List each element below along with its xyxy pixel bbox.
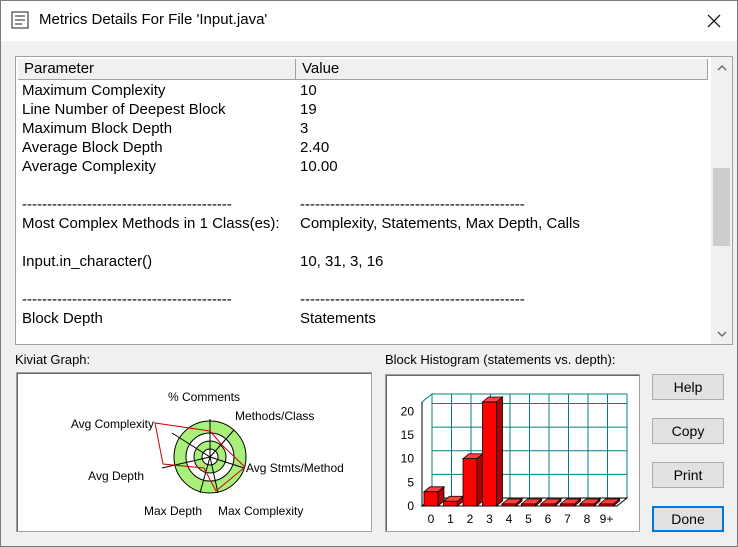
chevron-down-icon: [717, 331, 726, 337]
row-value: 10: [300, 82, 317, 99]
row-value: Complexity, Statements, Max Depth, Calls: [300, 215, 580, 232]
histogram-x-tick: 3: [486, 512, 493, 526]
histogram-y-tick: 20: [401, 404, 415, 418]
column-header-value[interactable]: Value: [296, 59, 708, 79]
row-value: 10, 31, 3, 16: [300, 253, 384, 270]
done-button[interactable]: Done: [652, 506, 724, 532]
row-parameter: Maximum Block Depth: [22, 120, 173, 137]
kiviat-axis-label: Methods/Class: [235, 409, 314, 423]
table-row[interactable]: ----------------------------------------…: [22, 195, 708, 214]
row-parameter: ----------------------------------------…: [22, 196, 232, 213]
kiviat-axis-label: % Comments: [168, 390, 240, 404]
kiviat-axis-label: Avg Complexity: [71, 417, 154, 431]
close-button[interactable]: [691, 1, 737, 41]
row-value: 2.40: [300, 139, 330, 156]
histogram-x-tick: 9+: [600, 512, 614, 526]
row-parameter: Average Block Depth: [22, 139, 163, 156]
histogram-x-tick: 1: [447, 512, 454, 526]
table-row[interactable]: Maximum Block Depth 3: [22, 119, 708, 138]
kiviat-label: Kiviat Graph:: [15, 352, 91, 367]
histogram-bar: [461, 452, 485, 507]
scroll-up-button[interactable]: [711, 57, 732, 78]
histogram-y-tick: 0: [407, 499, 414, 513]
title-bar: Metrics Details For File 'Input.java': [1, 1, 737, 41]
print-button[interactable]: Print: [652, 462, 724, 488]
row-value: Statements: [300, 310, 376, 327]
chevron-up-icon: [717, 64, 726, 70]
row-parameter: ----------------------------------------…: [22, 291, 232, 308]
histogram-x-tick: 5: [525, 512, 532, 526]
list-header: Parameter Value: [18, 59, 708, 80]
copy-button[interactable]: Copy: [652, 418, 724, 444]
metrics-dialog: Metrics Details For File 'Input.java' Pa…: [0, 0, 738, 547]
row-value: ----------------------------------------…: [300, 291, 525, 308]
row-value: 10.00: [300, 158, 338, 175]
histogram-y-tick: 5: [407, 475, 414, 489]
table-row[interactable]: Line Number of Deepest Block 19: [22, 100, 708, 119]
table-row[interactable]: Average Block Depth 2.40: [22, 138, 708, 157]
kiviat-axis-label: Max Depth: [144, 504, 202, 518]
row-value: ----------------------------------------…: [300, 196, 525, 213]
histogram-bar: [481, 396, 504, 507]
row-parameter: Most Complex Methods in 1 Class(es):: [22, 215, 280, 232]
histogram-x-tick: 8: [584, 512, 591, 526]
kiviat-axis-label: Avg Depth: [88, 469, 144, 483]
histogram-x-tick: 6: [545, 512, 552, 526]
kiviat-axis-label: Max Complexity: [218, 504, 303, 518]
table-row[interactable]: [22, 176, 708, 195]
table-row[interactable]: ----------------------------------------…: [22, 290, 708, 309]
table-row[interactable]: Maximum Complexity 10: [22, 81, 708, 100]
table-row[interactable]: Most Complex Methods in 1 Class(es): Comp…: [22, 214, 708, 233]
histogram-x-tick: 4: [506, 512, 513, 526]
scroll-thumb[interactable]: [713, 168, 730, 246]
close-icon: [707, 14, 721, 28]
histogram-label: Block Histogram (statements vs. depth):: [385, 352, 616, 367]
list-rows: Maximum Complexity 10 Line Number of Deepe…: [22, 81, 708, 328]
row-value: 3: [300, 120, 309, 137]
row-value: 19: [300, 101, 317, 118]
table-row[interactable]: [22, 233, 708, 252]
histogram-bar: [422, 485, 446, 507]
histogram-chart: 051015200 1 2 3 4 5 6 7 8 9+: [401, 392, 629, 526]
row-parameter: Input.in_character(): [22, 253, 153, 270]
block-histogram: 0 5 10 15 20 0 1 2 3 4 5 6 7 8 9+: [385, 374, 640, 532]
kiviat-graph: % Comments Methods/Class Avg Stmts/Method M…: [16, 372, 372, 532]
histogram-y-tick: 15: [401, 428, 415, 442]
vertical-scrollbar[interactable]: [711, 57, 732, 344]
table-row[interactable]: Input.in_character() 10, 31, 3, 16: [22, 252, 708, 271]
row-parameter: Maximum Complexity: [22, 82, 166, 99]
column-header-parameter[interactable]: Parameter: [18, 59, 296, 79]
app-icon: [11, 11, 29, 29]
histogram-x-tick: 0: [428, 512, 435, 526]
kiviat-chart: % Comments Methods/Class Avg Stmts/Method M…: [71, 390, 344, 518]
row-parameter: Average Complexity: [22, 158, 156, 175]
help-button[interactable]: Help: [652, 374, 724, 400]
metrics-list[interactable]: Parameter Value Maximum Complexity 10 Line…: [15, 56, 733, 345]
window-title: Metrics Details For File 'Input.java': [39, 11, 268, 28]
histogram-x-tick: 7: [564, 512, 571, 526]
scroll-down-button[interactable]: [711, 323, 732, 344]
row-parameter: Line Number of Deepest Block: [22, 101, 226, 118]
kiviat-axis-label: Avg Stmts/Method: [246, 461, 344, 475]
histogram-x-tick: 2: [467, 512, 474, 526]
row-parameter: Block Depth: [22, 310, 103, 327]
table-row[interactable]: Average Complexity 10.00: [22, 157, 708, 176]
histogram-y-tick: 10: [401, 452, 415, 466]
table-row[interactable]: Block Depth Statements: [22, 309, 708, 328]
table-row[interactable]: [22, 271, 708, 290]
